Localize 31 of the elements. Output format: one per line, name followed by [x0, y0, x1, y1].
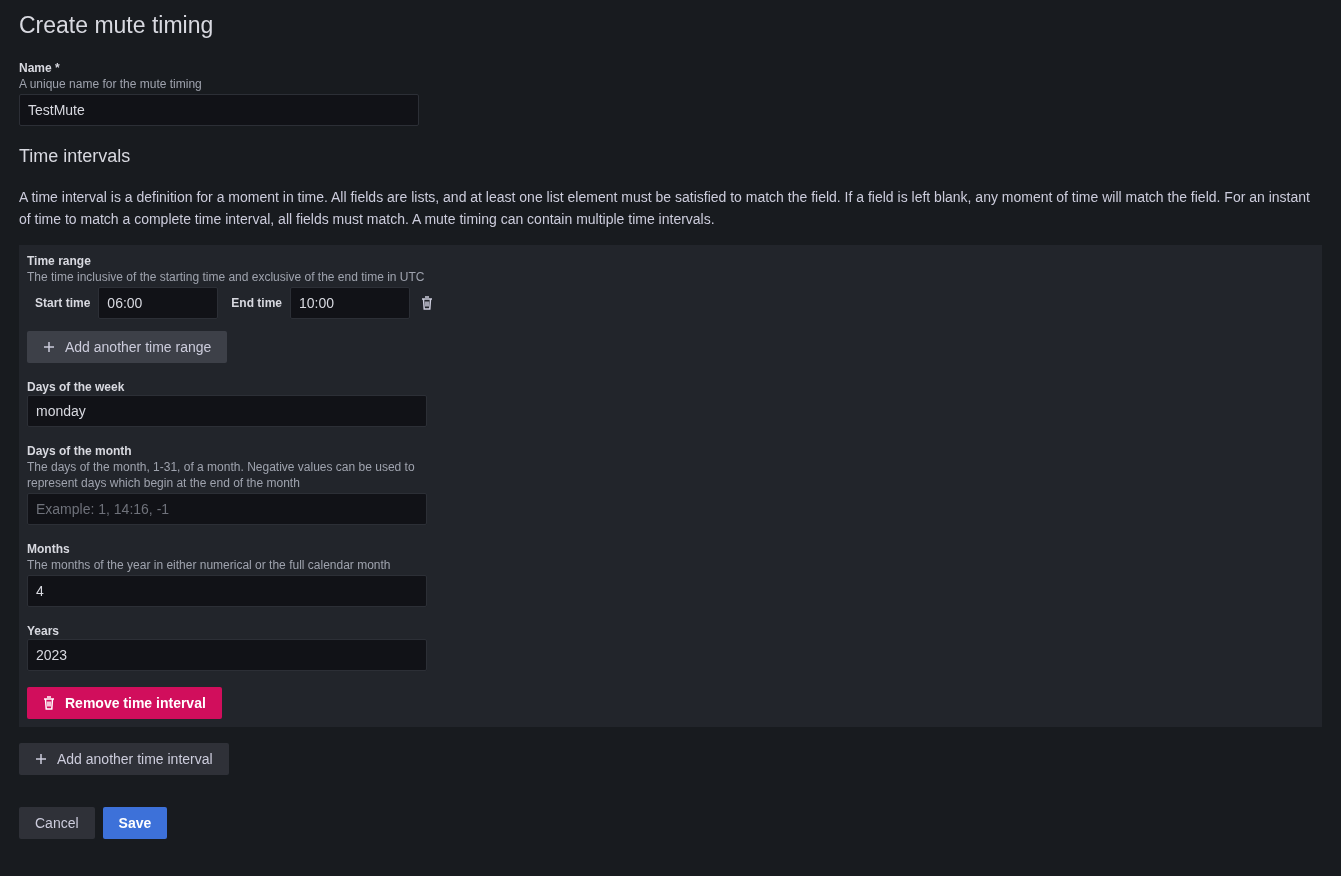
start-time-input[interactable]: 06:00 — [98, 287, 219, 319]
page-title: Create mute timing — [19, 12, 215, 39]
field-label: Months — [27, 541, 70, 557]
remove-interval-button[interactable]: Remove time interval — [27, 687, 222, 719]
field-label: Time range — [27, 253, 91, 269]
name-input[interactable]: TestMute — [19, 94, 419, 126]
field-label: Days of the week — [27, 379, 125, 395]
end-time-input[interactable]: 10:00 — [290, 287, 411, 319]
text-input[interactable]: monday — [27, 395, 427, 427]
start-time-label: Start time — [34, 296, 92, 310]
text-input[interactable]: 2023 — [27, 639, 427, 671]
text-input[interactable]: Example: 1, 14:16, -1 — [27, 493, 427, 525]
add-time-range-button[interactable]: Add another time range — [27, 331, 228, 363]
text-input[interactable]: 4 — [27, 575, 427, 607]
delete-icon[interactable] — [421, 296, 434, 310]
intro-text: A time interval is a definition for a moment in time. All fields are lists, and at least one list element must be satisfied to match the field. If a field is left blank, any moment of time will match the field. For an instant of time to match a complete time interval, all fields must match. A mute timing can contain multiple time intervals. — [19, 188, 1311, 229]
end-time-label: End time — [230, 296, 284, 310]
field-description: The months of the year in either numerical or the full calendar month — [27, 557, 391, 573]
add-interval-button[interactable]: Add another time interval — [19, 743, 229, 775]
trash-icon — [43, 696, 55, 710]
field-label: Years — [27, 623, 60, 639]
plus-icon — [35, 753, 47, 765]
save-button[interactable]: Save — [102, 807, 168, 839]
field-description: The time inclusive of the starting time and exclusive of the end time in UTC — [27, 269, 425, 285]
field-label: Name * — [19, 60, 60, 76]
section-title: Time intervals — [19, 146, 132, 167]
field-description: A unique name for the mute timing — [19, 76, 202, 92]
field-label: Days of the month — [27, 443, 132, 459]
field-description: The days of the month, 1-31, of a month. Negative values can be used to represent days which begin at the end of the month — [27, 459, 416, 491]
cancel-button[interactable]: Cancel — [19, 807, 95, 839]
plus-icon — [43, 341, 55, 353]
